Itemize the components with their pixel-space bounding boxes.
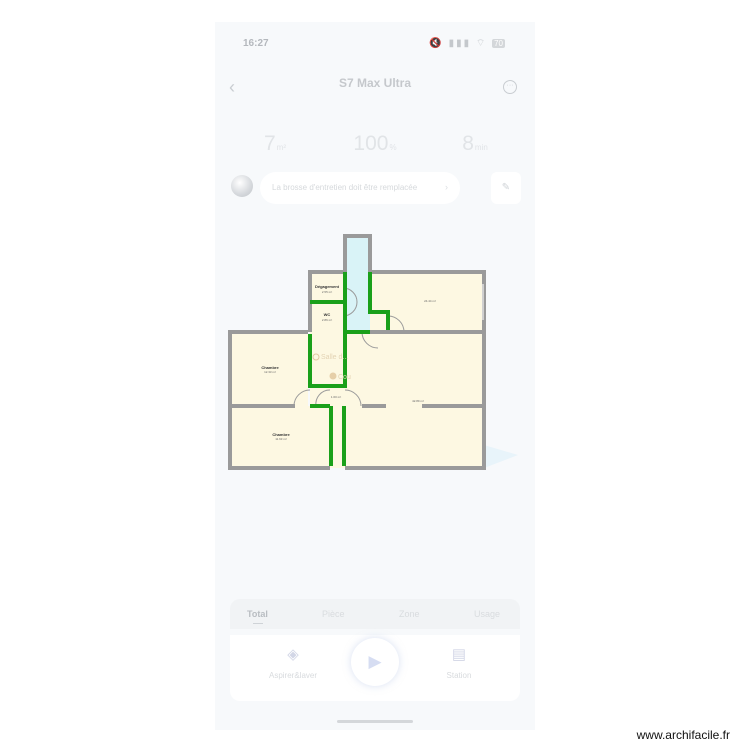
room-name: WC	[324, 312, 331, 317]
room-name: Dégagement	[315, 284, 340, 289]
room-area: 42.89 m²	[412, 399, 424, 403]
room-area: 11.63 m²	[275, 437, 287, 441]
room-area: 2.86 m²	[322, 318, 332, 322]
watermark: www.archifacile.fr	[636, 728, 730, 742]
corridor-water	[345, 236, 370, 332]
room-area: 1.60 m²	[331, 395, 341, 399]
floor-plan-map[interactable]: Dégagement 2.55 m² WC 2.86 m² 24.44 m² C…	[0, 0, 750, 750]
overlay-marker-label: Cou	[338, 374, 351, 381]
overlay-room-label: Salle d...	[321, 354, 348, 361]
dock-marker-icon[interactable]	[329, 372, 337, 380]
room-area: 12.33 m²	[264, 370, 276, 374]
room-area: 24.44 m²	[424, 299, 436, 303]
room-area: 2.55 m²	[322, 290, 332, 294]
room-wc[interactable]	[310, 302, 343, 332]
outside-marker	[484, 445, 518, 468]
